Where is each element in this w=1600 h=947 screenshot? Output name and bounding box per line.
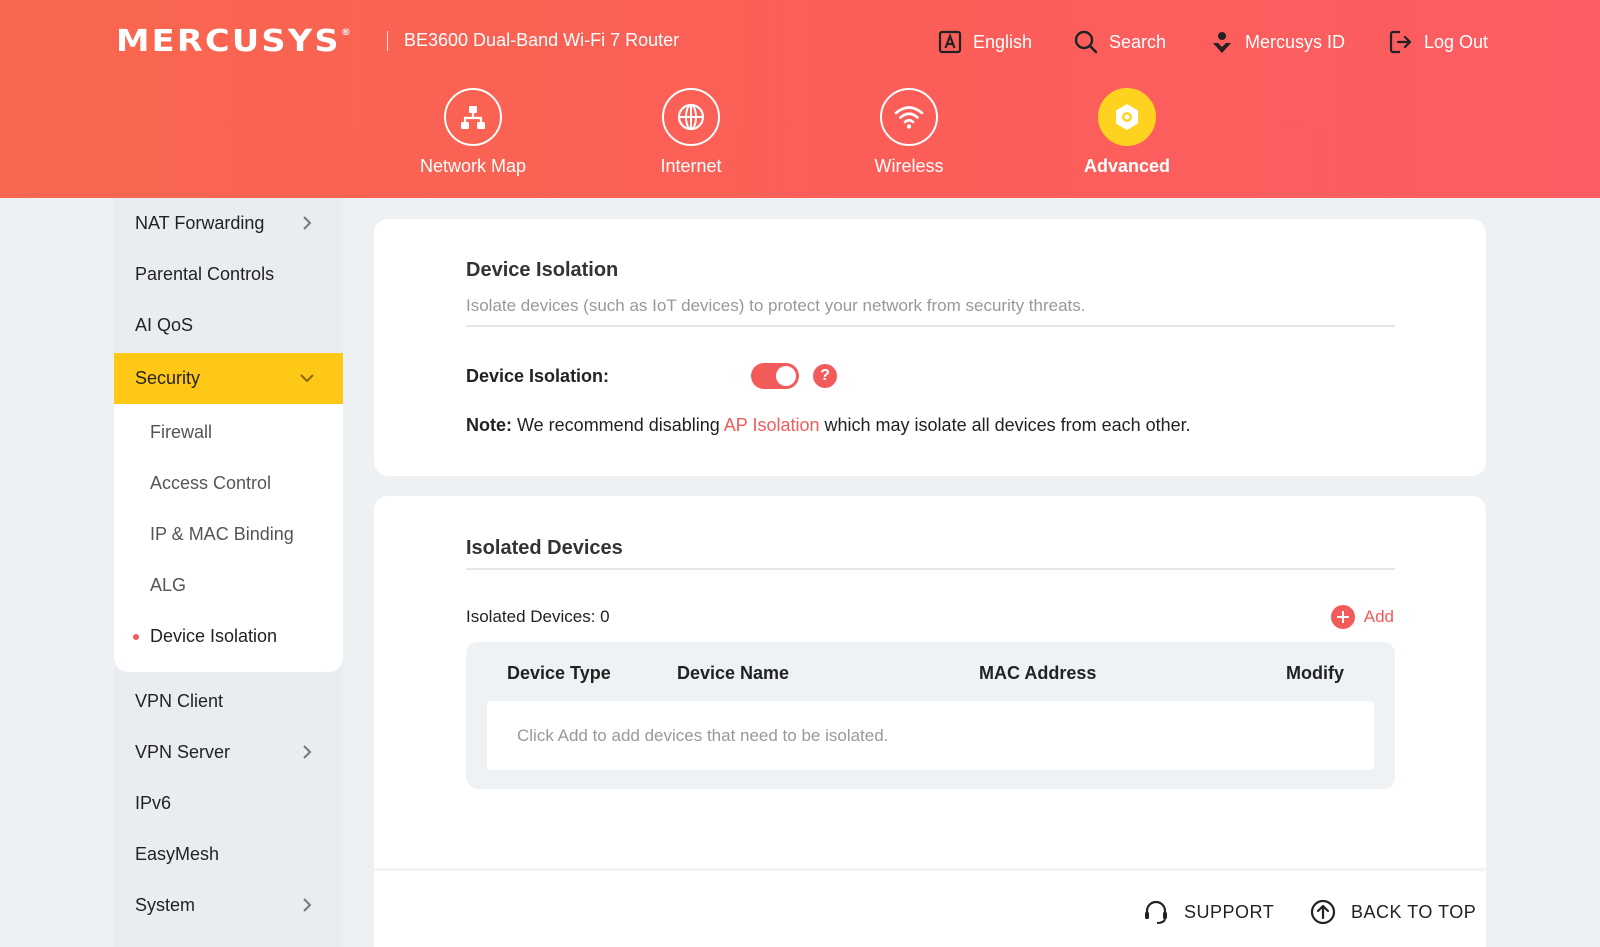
mercusys-id-icon xyxy=(1213,32,1231,53)
section-divider xyxy=(466,568,1395,570)
language-icon xyxy=(938,30,962,54)
add-device-button[interactable]: Add xyxy=(1330,605,1394,629)
device-isolation-description: Isolate devices (such as IoT devices) to… xyxy=(466,296,1086,315)
table-empty-row: Click Add to add devices that need to be… xyxy=(487,701,1374,770)
device-isolation-toggle[interactable] xyxy=(751,363,799,389)
sidebar-item-system[interactable]: System xyxy=(114,880,343,931)
sidebar-item-access-control[interactable]: Access Control xyxy=(114,459,343,507)
mercusys-id-button[interactable]: Mercusys ID xyxy=(1209,26,1345,58)
sidebar-item-firewall[interactable]: Firewall xyxy=(114,408,343,456)
help-icon[interactable]: ? xyxy=(813,364,837,388)
column-header-device-type: Device Type xyxy=(507,663,611,683)
nav-internet[interactable]: Internet xyxy=(621,88,761,177)
chevron-right-icon xyxy=(303,745,312,759)
page-footer: SUPPORT BACK TO TOP xyxy=(374,868,1486,947)
sidebar-item-device-isolation[interactable]: Device Isolation xyxy=(114,612,343,660)
sidebar-item-parental-controls[interactable]: Parental Controls xyxy=(114,249,343,300)
network-map-icon xyxy=(461,106,485,129)
nav-network-map[interactable]: Network Map xyxy=(403,88,543,177)
column-header-mac-address: MAC Address xyxy=(979,663,1097,683)
device-isolation-title: Device Isolation xyxy=(466,259,619,281)
wifi-icon xyxy=(894,106,924,129)
column-header-device-name: Device Name xyxy=(677,663,790,683)
sidebar-item-ai-qos[interactable]: AI QoS xyxy=(114,300,343,351)
current-page-dot xyxy=(133,634,139,640)
nav-advanced[interactable]: Advanced xyxy=(1057,88,1197,177)
language-button[interactable]: English xyxy=(937,26,1032,58)
mercusys-logo[interactable]: MERCUSYS® xyxy=(116,24,353,59)
logout-button[interactable]: Log Out xyxy=(1388,26,1488,58)
nav-wireless[interactable]: Wireless xyxy=(839,88,979,177)
chevron-right-icon xyxy=(303,898,312,912)
column-header-modify: Modify xyxy=(1286,663,1344,683)
header-divider xyxy=(387,31,388,51)
search-button[interactable]: Search xyxy=(1073,26,1166,58)
sidebar: NAT Forwarding Parental Controls AI QoS … xyxy=(114,198,343,947)
sidebar-item-vpn-client[interactable]: VPN Client xyxy=(114,676,343,727)
section-divider xyxy=(466,325,1395,327)
toggle-knob xyxy=(776,366,796,386)
sidebar-item-security[interactable]: Security xyxy=(114,353,343,404)
router-model: BE3600 Dual-Band Wi-Fi 7 Router xyxy=(404,30,680,50)
search-label: Search xyxy=(1109,31,1167,52)
isolated-devices-table: Device Type Device Name MAC Address Modi… xyxy=(466,642,1395,789)
empty-message: Click Add to add devices that need to be… xyxy=(517,726,889,745)
sidebar-item-vpn-server[interactable]: VPN Server xyxy=(114,727,343,778)
top-header: MERCUSYS® BE3600 Dual-Band Wi-Fi 7 Route… xyxy=(0,0,1600,198)
sidebar-item-alg[interactable]: ALG xyxy=(114,561,343,609)
sidebar-item-nat-forwarding[interactable]: NAT Forwarding xyxy=(114,198,343,249)
isolated-devices-count: Isolated Devices: 0 xyxy=(466,607,610,626)
plus-circle-icon xyxy=(1330,605,1355,629)
chevron-down-icon xyxy=(300,374,314,383)
isolated-devices-title: Isolated Devices xyxy=(466,537,623,559)
device-isolation-toggle-label: Device Isolation: xyxy=(466,366,610,386)
chevron-right-icon xyxy=(303,216,312,230)
sidebar-item-easymesh[interactable]: EasyMesh xyxy=(114,829,343,880)
search-icon xyxy=(1074,30,1098,54)
isolated-devices-card: Isolated Devices Isolated Devices: 0 Add… xyxy=(374,496,1486,868)
globe-icon xyxy=(677,103,705,131)
arrow-up-circle-icon xyxy=(1310,899,1336,925)
support-link[interactable]: SUPPORT xyxy=(1142,898,1274,926)
sidebar-item-ip-mac-binding[interactable]: IP & MAC Binding xyxy=(114,510,343,558)
gear-icon xyxy=(1116,104,1138,130)
sidebar-item-ipv6[interactable]: IPv6 xyxy=(114,778,343,829)
logout-icon xyxy=(1389,30,1412,54)
language-label: English xyxy=(973,31,1033,52)
device-isolation-card: Device Isolation Isolate devices (such a… xyxy=(374,219,1486,476)
headset-icon xyxy=(1145,900,1167,924)
back-to-top-link[interactable]: BACK TO TOP xyxy=(1309,898,1476,926)
isolation-note: Note: We recommend disabling AP Isolatio… xyxy=(466,415,1191,435)
security-submenu: Firewall Access Control IP & MAC Binding… xyxy=(114,404,343,672)
ap-isolation-link[interactable]: AP Isolation xyxy=(724,415,820,435)
mercusys-id-label: Mercusys ID xyxy=(1245,31,1346,52)
logout-label: Log Out xyxy=(1424,31,1489,52)
